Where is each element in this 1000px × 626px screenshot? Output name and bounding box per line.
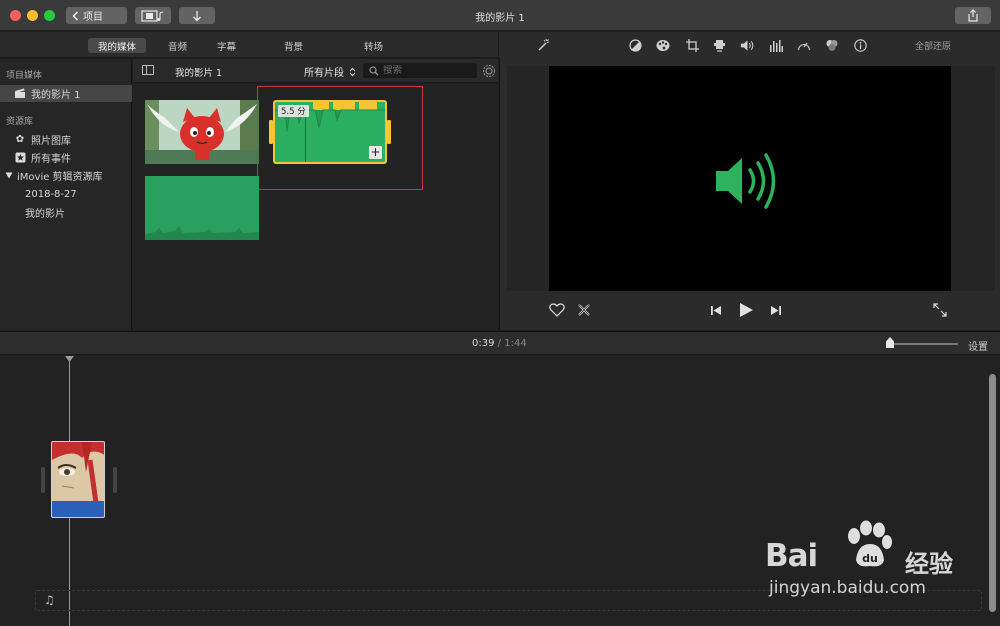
timeline-zoom-slider[interactable] (888, 343, 958, 345)
audio-clip-thumbnail[interactable] (145, 176, 259, 240)
watermark-brand-suffix: 经验 (905, 550, 953, 578)
tab-backgrounds[interactable]: 背景 (274, 38, 313, 53)
share-icon (968, 9, 978, 22)
svg-text:du: du (862, 552, 878, 565)
baidu-watermark: du Bai 经验 jingyan.baidu.com (765, 520, 995, 605)
skip-forward-icon[interactable] (768, 302, 784, 318)
reject-x-icon[interactable] (576, 302, 592, 318)
crop-icon[interactable] (685, 38, 699, 52)
timeline-header: 0:39 / 1:44 设置 (0, 331, 1000, 355)
media-tabs: 我的媒体 音频 字幕 背景 转场 (0, 32, 498, 58)
magic-wand-icon[interactable] (537, 38, 551, 52)
sidebar-item-label: 2018-8-27 (25, 189, 77, 200)
music-note-icon: ♫ (44, 593, 55, 607)
color-balance-icon[interactable] (628, 38, 642, 52)
search-input[interactable] (383, 65, 463, 76)
favorite-heart-icon[interactable] (549, 302, 565, 318)
libraries-heading: 资源库 (6, 117, 34, 127)
sidebar-item-all-events[interactable]: 所有事件 (0, 149, 132, 166)
browser-toolbar: 我的影片 1 所有片段 (133, 59, 498, 83)
sidebar-item-label: 我的影片 1 (31, 90, 81, 101)
sidebar-item-label: 所有事件 (31, 154, 71, 165)
sidebar-item-label: iMovie 剪辑资源库 (17, 172, 103, 183)
tab-my-media[interactable]: 我的媒体 (88, 38, 147, 53)
skip-back-icon[interactable] (708, 302, 724, 318)
timeline-trim-handle-right[interactable] (113, 467, 117, 493)
speed-gauge-icon[interactable] (797, 38, 811, 52)
audio-waveform (145, 226, 259, 240)
clip-audio-band (52, 501, 104, 517)
clip-trim-handle-right[interactable] (387, 120, 391, 144)
timecode-display: 0:39 / 1:44 (472, 338, 527, 349)
sidebar-item-project[interactable]: 我的影片 1 (0, 85, 132, 102)
timeline-trim-handle-left[interactable] (41, 467, 45, 493)
clip-filter-value: 所有片段 (304, 68, 344, 79)
speaker-icon (716, 153, 776, 209)
media-browser: 5.5 分 + (133, 84, 498, 330)
playhead-marker[interactable] (65, 356, 74, 362)
watermark-url: jingyan.baidu.com (769, 578, 926, 598)
total-duration: 1:44 (504, 338, 527, 349)
reset-all-button[interactable]: 全部还原 (915, 39, 951, 52)
play-icon[interactable] (738, 302, 754, 318)
anime-face-thumbnail (52, 442, 104, 504)
sidebar-item-label: 照片图库 (31, 136, 71, 147)
time-separator: / (497, 338, 502, 349)
share-button[interactable] (955, 7, 991, 24)
timeline-settings-button[interactable]: 设置 (968, 338, 988, 353)
sidebar-item-label: 我的影片 (25, 209, 65, 220)
sidebar-item-photos[interactable]: ✿ 照片图库 (0, 131, 132, 148)
star-box-icon (14, 152, 26, 164)
sidebar-item-event-date[interactable]: 2018-8-27 (0, 186, 132, 203)
disclosure-triangle-icon[interactable] (4, 170, 13, 182)
color-palette-icon[interactable] (656, 38, 670, 52)
tab-transitions[interactable]: 转场 (354, 38, 393, 53)
project-media-heading: 项目媒体 (6, 71, 43, 81)
search-icon (369, 65, 379, 75)
clapperboard-icon (14, 88, 26, 100)
viewer-panel (499, 58, 1000, 330)
up-down-chevron-icon (349, 67, 356, 77)
fullscreen-icon[interactable] (932, 302, 948, 318)
viewer-screen (549, 66, 951, 291)
tab-titles[interactable]: 字幕 (207, 38, 246, 53)
current-time: 0:39 (472, 338, 495, 349)
timeline: ♫ du Bai 经验 jingyan.baidu.com (0, 356, 1000, 626)
photos-flower-icon: ✿ (15, 134, 25, 145)
search-field (363, 63, 477, 78)
sidebar-item-event-movie[interactable]: 我的影片 (0, 204, 132, 221)
baidu-paw-logo: du (848, 520, 892, 567)
selected-audio-clip[interactable]: 5.5 分 + (273, 100, 387, 164)
clip-duration-badge: 5.5 分 (278, 105, 309, 117)
clip-filter-icon[interactable] (825, 38, 839, 52)
title-bar: 项目 我的影片 1 (0, 0, 1000, 31)
library-sidebar: 项目媒体 我的影片 1 资源库 ✿ 照片图库 所有事件 iMovie 剪辑资源库… (0, 59, 132, 330)
clip-filter-select[interactable]: 所有片段 (304, 64, 356, 79)
toggle-sidebar-button[interactable] (142, 65, 154, 75)
equalizer-icon[interactable] (769, 38, 783, 52)
info-icon[interactable] (853, 38, 867, 52)
tab-audio[interactable]: 音频 (158, 38, 197, 53)
volume-icon[interactable] (740, 38, 754, 52)
viewer-toolbar: 全部还原 (499, 32, 1000, 58)
cartoon-cat-thumbnail (145, 100, 259, 164)
gear-icon (483, 65, 495, 77)
add-to-movie-button[interactable]: + (369, 146, 382, 159)
stabilization-camera-icon[interactable] (712, 38, 726, 52)
video-clip-thumbnail[interactable] (145, 100, 259, 164)
browser-title: 我的影片 1 (175, 68, 223, 79)
window-title: 我的影片 1 (475, 13, 525, 24)
timeline-video-clip[interactable] (51, 441, 105, 518)
clip-trim-handle-left[interactable] (269, 120, 273, 144)
timeline-zoom-knob[interactable] (886, 337, 894, 348)
watermark-brand: Bai (765, 538, 818, 574)
viewer-controls (499, 296, 1000, 326)
sidebar-item-imovie-library[interactable]: iMovie 剪辑资源库 (0, 167, 132, 184)
browser-settings-button[interactable] (482, 64, 496, 78)
